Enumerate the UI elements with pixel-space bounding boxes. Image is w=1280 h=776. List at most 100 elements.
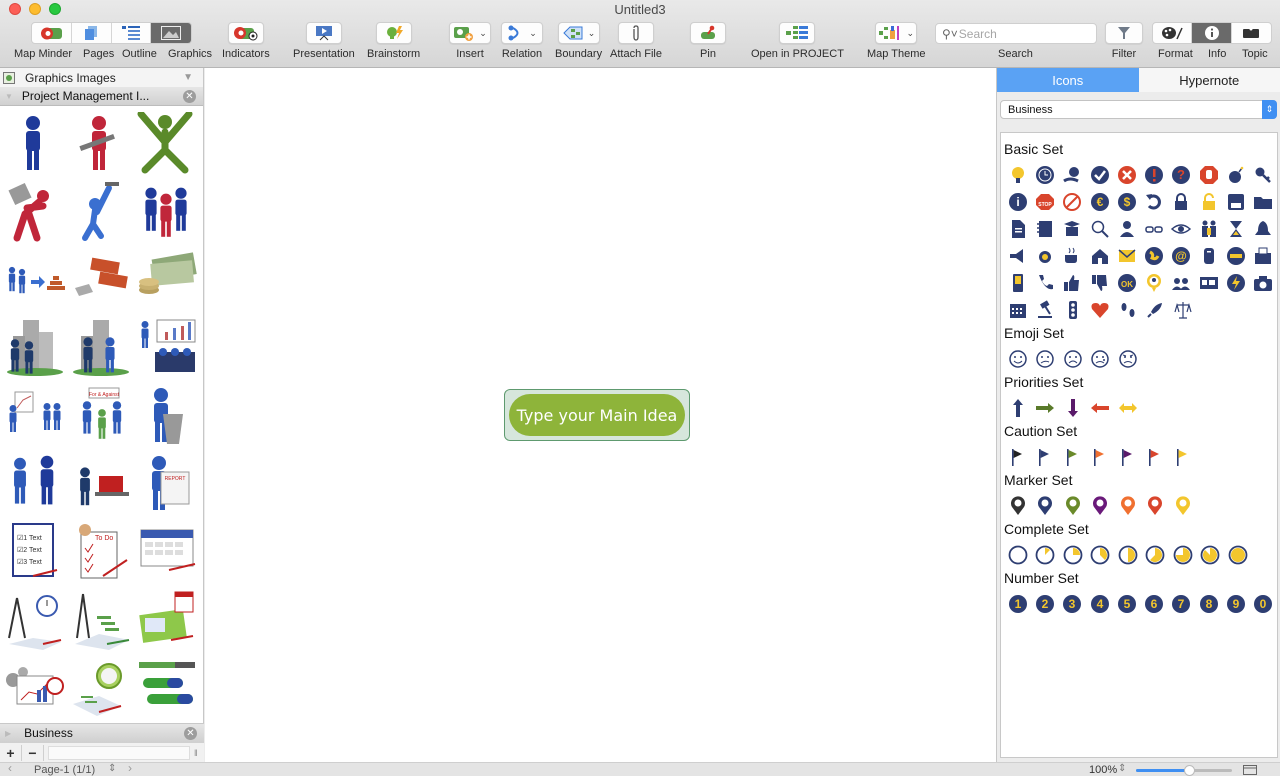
- business-library-header[interactable]: ▶ Business ✕: [0, 723, 204, 742]
- complete-0-icon[interactable]: [1004, 541, 1032, 568]
- alarm-bell-icon[interactable]: [1031, 242, 1058, 269]
- complete-25-icon[interactable]: [1059, 541, 1087, 568]
- flag-blue-icon[interactable]: [1032, 443, 1060, 470]
- angry-icon[interactable]: [1114, 345, 1142, 372]
- arrow-right-icon[interactable]: [1032, 394, 1060, 421]
- id-card-icon[interactable]: [1195, 269, 1222, 296]
- marker-red-icon[interactable]: [1142, 492, 1170, 519]
- library-header[interactable]: ▼ Project Management I... ✕: [0, 87, 203, 106]
- graphic-money-coins[interactable]: [134, 246, 200, 314]
- marker-blue-icon[interactable]: [1032, 492, 1060, 519]
- globe-icon[interactable]: [1140, 242, 1167, 269]
- mobile-icon[interactable]: [1004, 269, 1031, 296]
- pin-button[interactable]: Pin: [690, 22, 726, 60]
- graphic-folder-calendar[interactable]: [134, 586, 200, 654]
- exclamation-icon[interactable]: [1140, 161, 1167, 188]
- unsure-icon[interactable]: [1032, 345, 1060, 372]
- tab-icons[interactable]: Icons: [997, 68, 1139, 92]
- glasses-icon[interactable]: [1140, 215, 1167, 242]
- icon-category-select[interactable]: Business ⇕: [1000, 100, 1277, 119]
- ok-icon[interactable]: OK: [1113, 269, 1140, 296]
- graphic-calendar-pencil[interactable]: [134, 518, 200, 586]
- award-icon[interactable]: [1140, 269, 1167, 296]
- next-page-button[interactable]: ›: [128, 761, 132, 775]
- graphic-pointer-red-box[interactable]: [68, 450, 134, 518]
- graphic-team-flipchart[interactable]: [2, 382, 68, 450]
- package-icon[interactable]: [1059, 215, 1086, 242]
- graphic-compass-stopwatch-plan[interactable]: [2, 586, 68, 654]
- megaphone-icon[interactable]: [1004, 242, 1031, 269]
- cross-icon[interactable]: [1113, 161, 1140, 188]
- flag-red-icon[interactable]: [1142, 443, 1170, 470]
- handshake-icon[interactable]: [1222, 242, 1249, 269]
- floppy-icon[interactable]: [1222, 188, 1249, 215]
- thumbs-down-icon[interactable]: [1086, 269, 1113, 296]
- library-scroll-track[interactable]: [48, 745, 190, 760]
- arrow-up-icon[interactable]: [1004, 394, 1032, 421]
- stop-sign-icon[interactable]: STOP: [1031, 188, 1058, 215]
- fax-icon[interactable]: [1250, 242, 1277, 269]
- 5-icon[interactable]: 5: [1113, 590, 1140, 617]
- bomb-icon[interactable]: [1222, 161, 1249, 188]
- graphic-alarm-clock-gantt[interactable]: [68, 654, 134, 722]
- marker-black-icon[interactable]: [1004, 492, 1032, 519]
- complete-12-icon[interactable]: [1032, 541, 1060, 568]
- footprints-icon[interactable]: [1114, 296, 1142, 323]
- boundary-button[interactable]: ⌄ Boundary: [555, 22, 602, 60]
- unlock-icon[interactable]: [1195, 188, 1222, 215]
- graphic-person-carrying-box[interactable]: [2, 178, 68, 246]
- home-icon[interactable]: [1086, 242, 1113, 269]
- graphic-team-buildings[interactable]: [2, 314, 68, 382]
- attach-file-button[interactable]: Attach File: [610, 22, 662, 60]
- 4-icon[interactable]: 4: [1086, 590, 1113, 617]
- graphic-handshake-buildings[interactable]: [68, 314, 134, 382]
- graphic-for-and-against-protest[interactable]: For & Against: [68, 382, 134, 450]
- marker-yellow-icon[interactable]: [1169, 492, 1197, 519]
- notebook-icon[interactable]: [1031, 215, 1058, 242]
- complete-37-icon[interactable]: [1087, 541, 1115, 568]
- graphic-team-with-wrench[interactable]: [134, 178, 200, 246]
- flag-green-icon[interactable]: [1059, 443, 1087, 470]
- graphic-person-blue[interactable]: [2, 110, 68, 178]
- outline-button[interactable]: [112, 23, 152, 43]
- add-library-button[interactable]: +: [0, 744, 22, 761]
- heart-icon[interactable]: [1087, 296, 1115, 323]
- euro-icon[interactable]: €: [1086, 188, 1113, 215]
- graphic-person-green-cheer[interactable]: [134, 110, 200, 178]
- complete-50-icon[interactable]: [1114, 541, 1142, 568]
- close-library-button[interactable]: ✕: [183, 89, 196, 103]
- flash-icon[interactable]: [1222, 269, 1249, 296]
- dollar-icon[interactable]: $: [1113, 188, 1140, 215]
- cry-icon[interactable]: [1087, 345, 1115, 372]
- marker-purple-icon[interactable]: [1087, 492, 1115, 519]
- lightbulb-icon[interactable]: [1004, 161, 1031, 188]
- sad-icon[interactable]: [1059, 345, 1087, 372]
- collapse-triangle-icon[interactable]: ▼: [183, 72, 193, 83]
- people-icon[interactable]: [1195, 215, 1222, 242]
- phone-icon[interactable]: [1031, 269, 1058, 296]
- info-icon[interactable]: i: [1004, 188, 1031, 215]
- close-library-button[interactable]: ✕: [184, 726, 197, 740]
- person-icon[interactable]: [1113, 215, 1140, 242]
- graphic-progress-bars[interactable]: [134, 654, 200, 722]
- traffic-light-icon[interactable]: [1059, 296, 1087, 323]
- complete-62-icon[interactable]: [1142, 541, 1170, 568]
- 6-icon[interactable]: 6: [1140, 590, 1167, 617]
- mail-icon[interactable]: [1113, 242, 1140, 269]
- 7-icon[interactable]: 7: [1168, 590, 1195, 617]
- arrow-both-icon[interactable]: [1114, 394, 1142, 421]
- remove-library-button[interactable]: −: [22, 744, 44, 761]
- zoom-slider[interactable]: [1136, 765, 1232, 776]
- filter-button[interactable]: Filter: [1105, 22, 1143, 60]
- rocket-icon[interactable]: [1142, 296, 1170, 323]
- scales-icon[interactable]: [1169, 296, 1197, 323]
- eye-icon[interactable]: [1168, 215, 1195, 242]
- group-icon[interactable]: [1168, 269, 1195, 296]
- clock-icon[interactable]: [1031, 161, 1058, 188]
- bell-icon[interactable]: [1250, 215, 1277, 242]
- open-in-project-button[interactable]: Open in PROJECT: [751, 22, 844, 60]
- complete-87-icon[interactable]: [1197, 541, 1225, 568]
- graphics-images-header[interactable]: Graphics Images ▼: [0, 68, 203, 87]
- graphics-button[interactable]: [151, 23, 191, 43]
- main-topic[interactable]: Type your Main Idea: [509, 394, 685, 436]
